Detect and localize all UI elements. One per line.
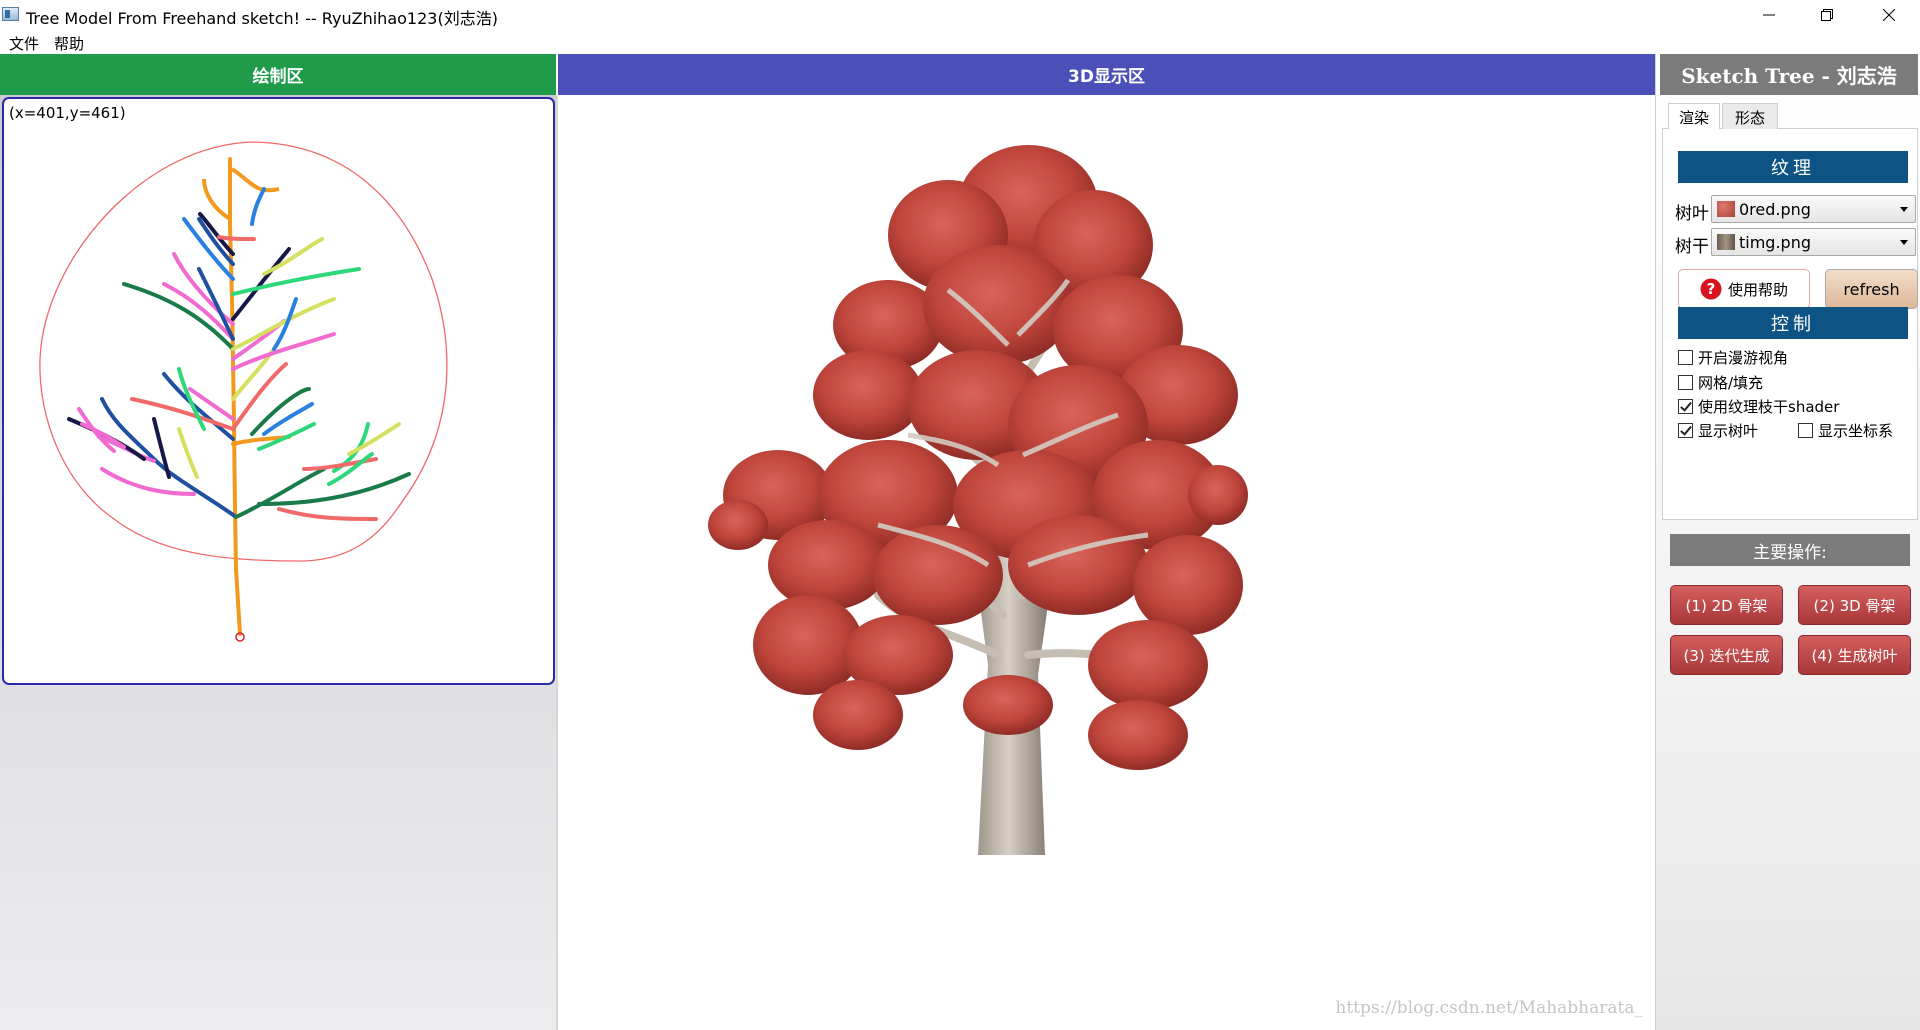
render-tab-page: 纹理 树叶 0red.png 树干 timg.png ? 使用帮助 refres… [1662,129,1918,520]
leaf-label: 树叶 [1675,204,1709,224]
check-wireframe[interactable]: 网格/填充 [1678,372,1763,393]
close-icon [1883,9,1895,21]
checkbox-checked[interactable] [1678,423,1693,438]
checkbox[interactable] [1678,350,1693,365]
question-icon: ? [1700,278,1722,300]
check-texture-shader[interactable]: 使用纹理枝干shader [1678,396,1839,417]
restore-icon [1821,9,1833,21]
check-label: 开启漫游视角 [1698,349,1789,367]
tree-3d-render [708,145,1248,855]
view-area-header: 3D显示区 [558,54,1655,95]
op-iterate-button[interactable]: (3) 迭代生成 [1670,635,1783,675]
chevron-down-icon [1900,207,1908,212]
brand-title: Sketch Tree - 刘志浩 [1660,54,1918,95]
minimize-icon [1763,14,1775,16]
tab-bar: 渲染 形态 [1662,103,1918,131]
checkbox[interactable] [1798,423,1813,438]
trunk-thumbnail-icon [1717,234,1735,250]
trunk-label: 树干 [1675,237,1709,257]
check-label: 使用纹理枝干shader [1698,398,1840,416]
refresh-button[interactable]: refresh [1825,269,1918,309]
tab-render[interactable]: 渲染 [1668,103,1720,131]
tree-sketch [39,141,448,642]
trunk-texture-value: timg.png [1739,232,1811,252]
foliage [708,145,1248,770]
control-section-header: 控制 [1678,307,1908,339]
3d-view-area[interactable]: https://blog.csdn.net/Mahabharata_ [558,95,1655,1030]
draw-area-header: 绘制区 [0,54,556,95]
menu-help[interactable]: 帮助 [54,33,84,54]
title-bar: Tree Model From Freehand sketch! -- RyuZ… [0,0,1920,30]
main-ops-header: 主要操作: [1670,534,1910,566]
window-title: Tree Model From Freehand sketch! -- RyuZ… [26,9,498,28]
watermark: https://blog.csdn.net/Mahabharata_ [1335,998,1643,1018]
op-generate-leaves-button[interactable]: (4) 生成树叶 [1798,635,1911,675]
check-label: 网格/填充 [1698,374,1764,392]
restore-button[interactable] [1798,0,1856,30]
control-panel: Sketch Tree - 刘志浩 渲染 形态 纹理 树叶 0red.png 树… [1655,54,1920,1030]
check-label: 显示坐标系 [1818,422,1894,440]
tab-shape[interactable]: 形态 [1722,103,1778,130]
app-icon [2,7,19,21]
leaf-texture-select[interactable]: 0red.png [1711,195,1916,223]
check-roam-view[interactable]: 开启漫游视角 [1678,347,1788,368]
help-button[interactable]: ? 使用帮助 [1678,269,1810,309]
op-2d-skeleton-button[interactable]: (1) 2D 骨架 [1670,585,1783,625]
chevron-down-icon [1900,240,1908,245]
checkbox[interactable] [1678,375,1693,390]
close-button[interactable] [1860,0,1918,30]
leaf-thumbnail-icon [1717,201,1735,217]
menu-bar: 文件 帮助 [0,30,1920,54]
help-button-label: 使用帮助 [1727,280,1788,299]
svg-text:?: ? [1707,280,1716,298]
check-show-axes[interactable]: 显示坐标系 [1798,420,1893,441]
op-3d-skeleton-button[interactable]: (2) 3D 骨架 [1798,585,1911,625]
minimize-button[interactable] [1740,0,1798,30]
leaf-texture-value: 0red.png [1739,199,1811,219]
check-label: 显示树叶 [1698,422,1759,440]
menu-file[interactable]: 文件 [9,33,39,54]
checkbox-checked[interactable] [1678,399,1693,414]
check-show-leaves[interactable]: 显示树叶 [1678,420,1758,441]
trunk-texture-select[interactable]: timg.png [1711,228,1916,256]
sketch-canvas[interactable]: (x=401,y=461) [2,97,555,685]
texture-section-header: 纹理 [1678,151,1908,183]
draw-panel: (x=401,y=461) [0,95,556,1030]
